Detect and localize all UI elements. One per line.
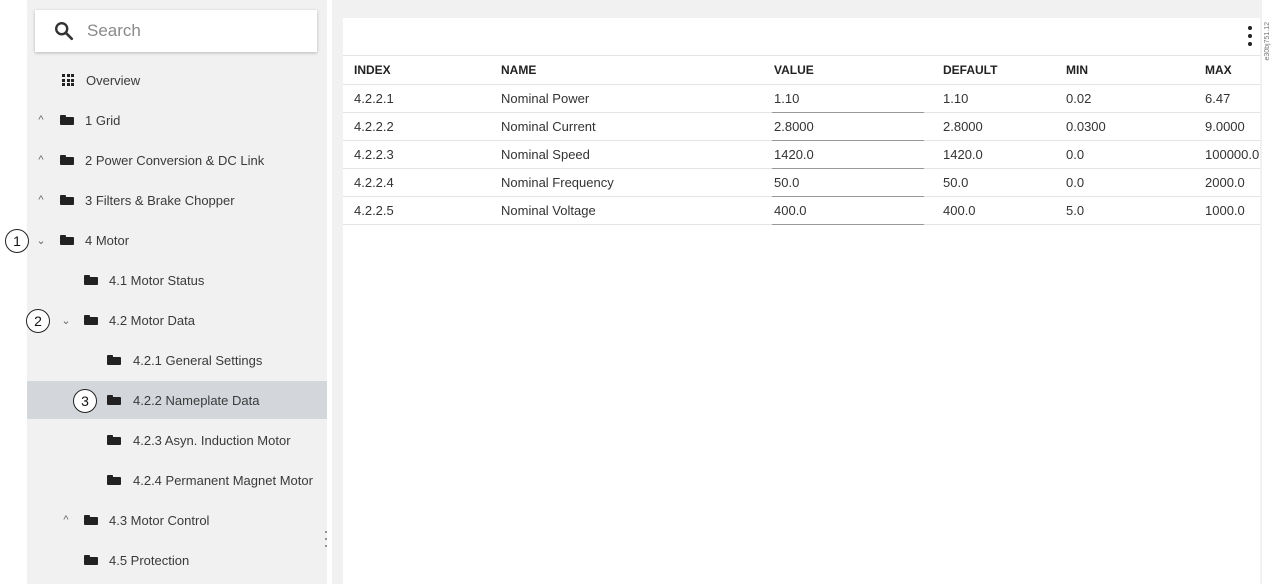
sidebar-item-motor-control[interactable]: ^ 4.3 Motor Control [27, 501, 327, 539]
column-header-max[interactable]: MAX [1205, 56, 1232, 84]
column-header-value[interactable]: VALUE [774, 56, 814, 84]
folder-icon [107, 435, 121, 445]
default-cell: 2.8000 [943, 119, 983, 134]
value-field[interactable]: 1420.0 [774, 141, 814, 168]
index-cell: 4.2.2.1 [354, 91, 394, 106]
min-cell: 0.02 [1066, 91, 1092, 106]
default-cell: 1.10 [943, 91, 969, 106]
max-cell: 2000.0 [1205, 175, 1245, 190]
name-cell: Nominal Current [501, 119, 596, 134]
value-field[interactable]: 400.0 [774, 197, 807, 224]
sidebar-item-label: 4 Motor [85, 232, 130, 248]
chevron-up-icon[interactable]: ^ [34, 194, 48, 206]
sidebar-item-general-settings[interactable]: 4.2.1 General Settings [27, 341, 327, 379]
sidebar-item-label: 4.2.3 Asyn. Induction Motor [133, 432, 291, 448]
folder-icon [84, 515, 98, 525]
parameter-table: INDEX NAME VALUE DEFAULT MIN MAX 4.2.2.1… [343, 56, 1260, 225]
max-cell: 100000.0 [1205, 147, 1260, 162]
sidebar-item-label: 4.1 Motor Status [109, 272, 205, 288]
column-header-min[interactable]: MIN [1066, 56, 1088, 84]
value-field[interactable]: 1.10 [774, 85, 799, 112]
min-cell: 0.0300 [1066, 119, 1106, 134]
table-row[interactable]: 4.2.2.3 Nominal Speed 1420.0 1420.0 0.0 … [343, 141, 1260, 169]
sidebar-item-label: 4.3 Motor Control [109, 512, 210, 528]
folder-icon [107, 475, 121, 485]
index-cell: 4.2.2.4 [354, 175, 394, 190]
default-cell: 400.0 [943, 203, 976, 218]
sidebar-item-label: 4.2 Motor Data [109, 312, 195, 328]
callout-2: 2 [26, 309, 50, 333]
sidebar-item-motor[interactable]: ⌄ 4 Motor [27, 221, 327, 259]
folder-icon [84, 555, 98, 565]
chevron-down-icon[interactable]: ⌄ [34, 234, 48, 247]
column-header-default[interactable]: DEFAULT [943, 56, 997, 84]
index-cell: 4.2.2.3 [354, 147, 394, 162]
more-vert-icon[interactable] [1247, 26, 1253, 46]
sidebar-item-label: 1 Grid [85, 112, 121, 128]
sidebar-item-label: 3 Filters & Brake Chopper [85, 192, 235, 208]
name-cell: Nominal Power [501, 91, 590, 106]
name-cell: Nominal Frequency [501, 175, 614, 190]
table-row[interactable]: 4.2.2.4 Nominal Frequency 50.0 50.0 0.0 … [343, 169, 1260, 197]
chevron-up-icon[interactable]: ^ [59, 514, 73, 526]
search-icon [55, 22, 74, 41]
folder-icon [60, 155, 74, 165]
folder-icon [60, 115, 74, 125]
value-field[interactable]: 50.0 [774, 169, 799, 196]
max-cell: 6.47 [1205, 91, 1231, 106]
callout-1: 1 [5, 229, 29, 253]
value-field[interactable]: 2.8000 [774, 113, 814, 140]
search-box[interactable] [35, 10, 317, 52]
sidebar-item-label: 2 Power Conversion & DC Link [85, 152, 265, 168]
panel-splitter-handle[interactable] [324, 531, 328, 547]
value-field-underline [772, 224, 924, 225]
sidebar-item-power-conversion[interactable]: ^ 2 Power Conversion & DC Link [27, 141, 327, 179]
sidebar-item-protection[interactable]: 4.5 Protection [27, 541, 327, 579]
chevron-down-icon[interactable]: ⌄ [59, 314, 73, 327]
index-cell: 4.2.2.5 [354, 203, 394, 218]
search-input[interactable] [85, 20, 289, 42]
name-cell: Nominal Voltage [501, 203, 596, 218]
name-cell: Nominal Speed [501, 147, 590, 162]
sidebar-item-permanent-magnet-motor[interactable]: 4.2.4 Permanent Magnet Motor [27, 461, 327, 499]
sidebar-item-motor-status[interactable]: 4.1 Motor Status [27, 261, 327, 299]
default-cell: 50.0 [943, 175, 969, 190]
table-row[interactable]: 4.2.2.2 Nominal Current 2.8000 2.8000 0.… [343, 113, 1260, 141]
table-row[interactable]: 4.2.2.1 Nominal Power 1.10 1.10 0.02 6.4… [343, 85, 1260, 113]
folder-icon [60, 195, 74, 205]
sidebar-item-nameplate-data[interactable]: 4.2.2 Nameplate Data [27, 381, 327, 419]
grid-icon [62, 74, 74, 86]
table-header-row: INDEX NAME VALUE DEFAULT MIN MAX [343, 56, 1260, 85]
sidebar-item-label: 4.2.2 Nameplate Data [133, 392, 260, 408]
folder-icon [84, 275, 98, 285]
index-cell: 4.2.2.2 [354, 119, 394, 134]
min-cell: 5.0 [1066, 203, 1085, 218]
chevron-up-icon[interactable]: ^ [34, 114, 48, 126]
table-row[interactable]: 4.2.2.5 Nominal Voltage 400.0 400.0 5.0 … [343, 197, 1260, 225]
folder-icon [84, 315, 98, 325]
sidebar-item-label: 4.5 Protection [109, 552, 190, 568]
sidebar-item-motor-data[interactable]: ⌄ 4.2 Motor Data [27, 301, 327, 339]
max-cell: 9.0000 [1205, 119, 1245, 134]
column-header-index[interactable]: INDEX [354, 56, 391, 84]
folder-icon [107, 355, 121, 365]
sidebar-item-label: 4.2.4 Permanent Magnet Motor [133, 472, 313, 488]
sidebar-item-overview[interactable]: Overview [27, 61, 327, 99]
sidebar-item-asyn-induction-motor[interactable]: 4.2.3 Asyn. Induction Motor [27, 421, 327, 459]
max-cell: 1000.0 [1205, 203, 1245, 218]
sidebar-item-grid[interactable]: ^ 1 Grid [27, 101, 327, 139]
min-cell: 0.0 [1066, 175, 1085, 190]
figure-id: e30bj751.12 [1264, 22, 1271, 61]
column-header-name[interactable]: NAME [501, 56, 536, 84]
sidebar-item-filters[interactable]: ^ 3 Filters & Brake Chopper [27, 181, 327, 219]
default-cell: 1420.0 [943, 147, 983, 162]
folder-icon [60, 235, 74, 245]
min-cell: 0.0 [1066, 147, 1085, 162]
navigation-panel: Overview ^ 1 Grid ^ 2 Power Conversion &… [27, 0, 327, 584]
folder-icon [107, 395, 121, 405]
chevron-up-icon[interactable]: ^ [34, 154, 48, 166]
callout-3: 3 [73, 389, 97, 413]
sidebar-item-label: 4.2.1 General Settings [133, 352, 263, 368]
sidebar-item-label: Overview [86, 72, 141, 88]
